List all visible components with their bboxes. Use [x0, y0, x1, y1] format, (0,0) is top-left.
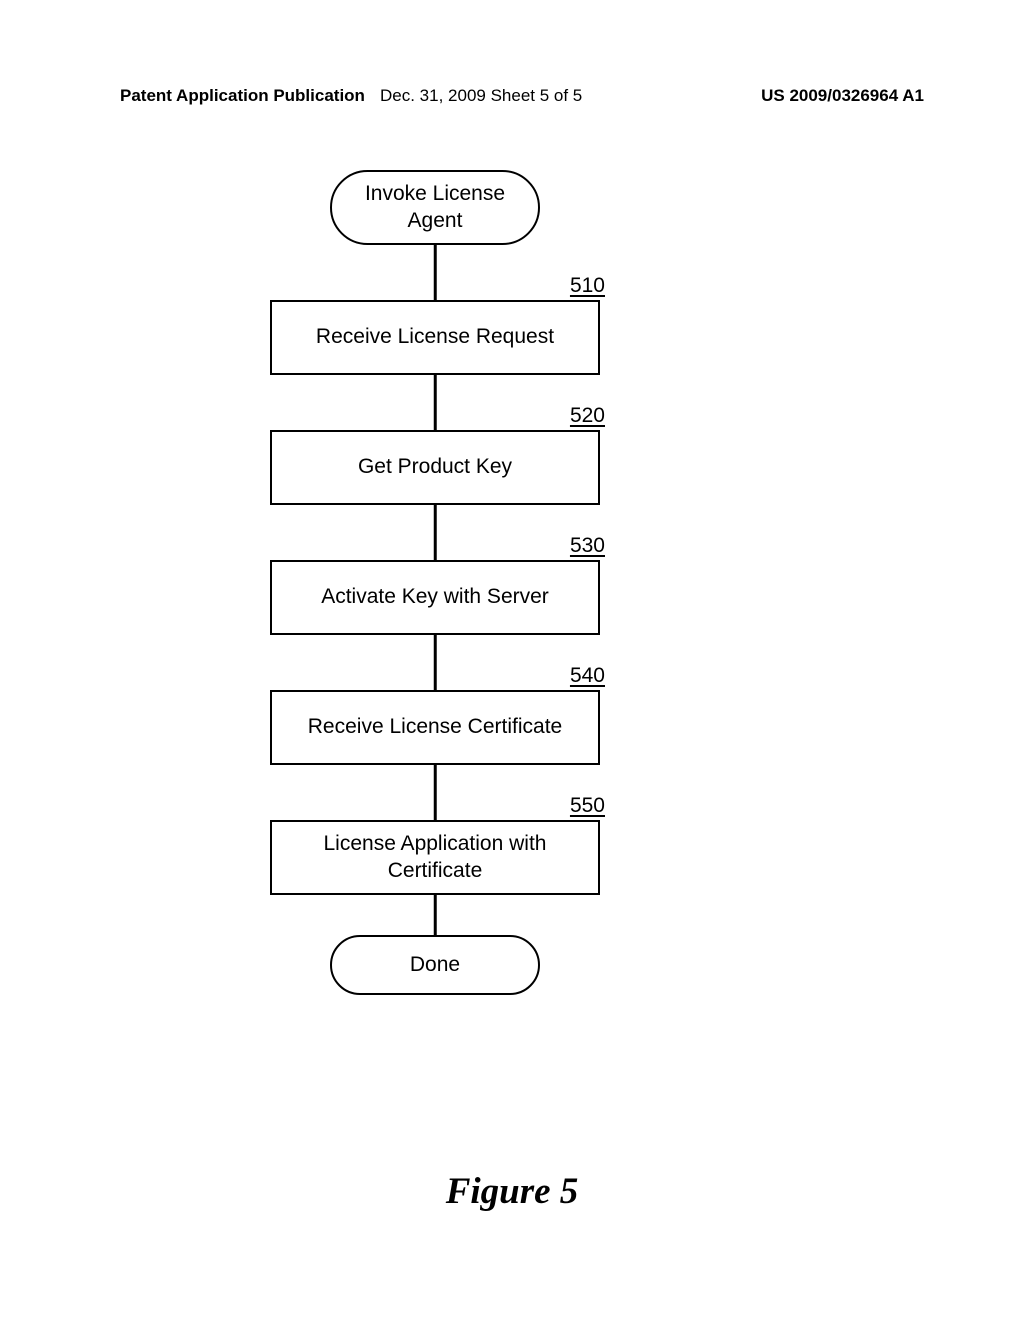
header-publication-type: Patent Application Publication: [120, 86, 365, 106]
process-step: License Application with Certificate: [270, 820, 600, 895]
connector: 520: [270, 375, 600, 430]
flow-line: [434, 895, 437, 935]
process-label: License Application with Certificate: [324, 831, 547, 884]
connector: 530: [270, 505, 600, 560]
process-label: Activate Key with Server: [321, 584, 549, 610]
connector: 550: [270, 765, 600, 820]
process-step: Receive License Request: [270, 300, 600, 375]
connector: 510: [270, 245, 600, 300]
terminal-end-label: Done: [410, 953, 460, 977]
flow-line: [434, 375, 437, 430]
header-date-sheet: Dec. 31, 2009 Sheet 5 of 5: [380, 86, 582, 106]
step-reference: 520: [570, 404, 605, 428]
flow-line: [434, 505, 437, 560]
process-step: Get Product Key: [270, 430, 600, 505]
process-step: Activate Key with Server: [270, 560, 600, 635]
flowchart: Invoke License Agent 510 Receive License…: [270, 170, 600, 995]
process-step: Receive License Certificate: [270, 690, 600, 765]
page-header: Patent Application Publication Dec. 31, …: [0, 86, 1024, 106]
process-label: Get Product Key: [358, 454, 512, 480]
step-reference: 510: [570, 274, 605, 298]
terminal-start: Invoke License Agent: [330, 170, 540, 245]
terminal-start-label: Invoke License Agent: [365, 181, 505, 234]
flow-line: [434, 765, 437, 820]
process-label: Receive License Certificate: [308, 714, 562, 740]
connector: 540: [270, 635, 600, 690]
process-label: Receive License Request: [316, 324, 554, 350]
flow-line: [434, 245, 437, 300]
flow-line: [434, 635, 437, 690]
step-reference: 550: [570, 794, 605, 818]
figure-title: Figure 5: [0, 1170, 1024, 1213]
header-publication-number: US 2009/0326964 A1: [761, 86, 924, 106]
terminal-end: Done: [330, 935, 540, 995]
step-reference: 540: [570, 664, 605, 688]
connector: [270, 895, 600, 935]
step-reference: 530: [570, 534, 605, 558]
